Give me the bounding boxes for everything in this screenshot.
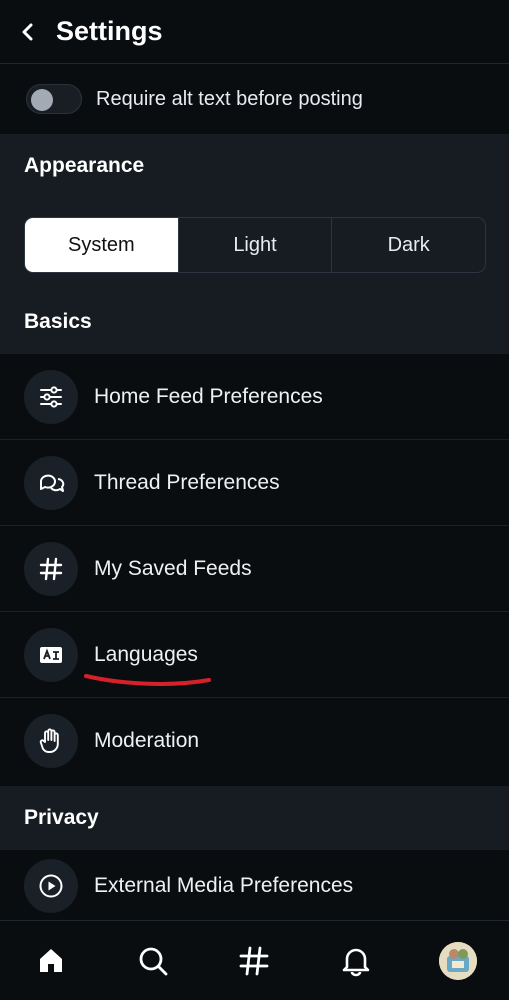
chat-bubbles-icon — [24, 455, 78, 510]
tab-feeds[interactable] — [224, 931, 284, 991]
item-label: External Media Preferences — [94, 874, 354, 897]
annotation-underline — [84, 674, 211, 686]
feeds-hash-icon — [240, 946, 269, 975]
appearance-section: System Light Dark — [0, 198, 509, 290]
moderation-item[interactable]: Moderation — [0, 698, 509, 784]
toggle-knob — [31, 89, 53, 111]
alt-text-label: Require alt text before posting — [96, 87, 363, 110]
theme-option-light[interactable]: Light — [177, 218, 332, 272]
external-media-preferences-item[interactable]: External Media Preferences — [0, 850, 509, 922]
profile-avatar — [439, 941, 478, 980]
tab-profile[interactable] — [428, 931, 488, 991]
theme-option-system[interactable]: System — [25, 218, 178, 272]
header-bar: Settings — [0, 0, 509, 64]
page-title: Settings — [56, 16, 163, 46]
privacy-heading: Privacy — [0, 786, 509, 850]
item-label: Moderation — [94, 729, 200, 752]
alt-text-toggle[interactable] — [26, 84, 82, 114]
theme-segmented-control: System Light Dark — [24, 217, 486, 273]
home-icon — [39, 948, 62, 972]
item-label: Home Feed Preferences — [94, 384, 323, 408]
item-label: Languages — [94, 642, 198, 666]
bottom-tab-bar — [0, 920, 509, 1000]
basics-heading: Basics — [0, 290, 509, 354]
appearance-heading: Appearance — [0, 134, 509, 198]
home-feed-preferences-item[interactable]: Home Feed Preferences — [0, 354, 509, 440]
play-circle-icon — [24, 859, 78, 913]
item-label: My Saved Feeds — [94, 556, 252, 580]
my-saved-feeds-item[interactable]: My Saved Feeds — [0, 526, 509, 612]
back-button[interactable] — [0, 0, 56, 64]
chevron-left-icon — [22, 23, 33, 40]
tab-search[interactable] — [123, 931, 183, 991]
notifications-icon — [342, 948, 370, 976]
thread-preferences-item[interactable]: Thread Preferences — [0, 440, 509, 526]
alt-text-row[interactable]: Require alt text before posting — [0, 64, 509, 134]
item-label: Thread Preferences — [94, 470, 280, 494]
search-icon — [139, 947, 168, 975]
language-icon — [24, 627, 78, 682]
hash-icon — [24, 541, 78, 596]
tab-notifications[interactable] — [326, 931, 386, 991]
tab-home[interactable] — [21, 931, 81, 991]
languages-item[interactable]: Languages — [0, 612, 509, 698]
hand-icon — [24, 714, 78, 768]
theme-option-dark[interactable]: Dark — [331, 218, 485, 272]
sliders-icon — [24, 369, 78, 424]
